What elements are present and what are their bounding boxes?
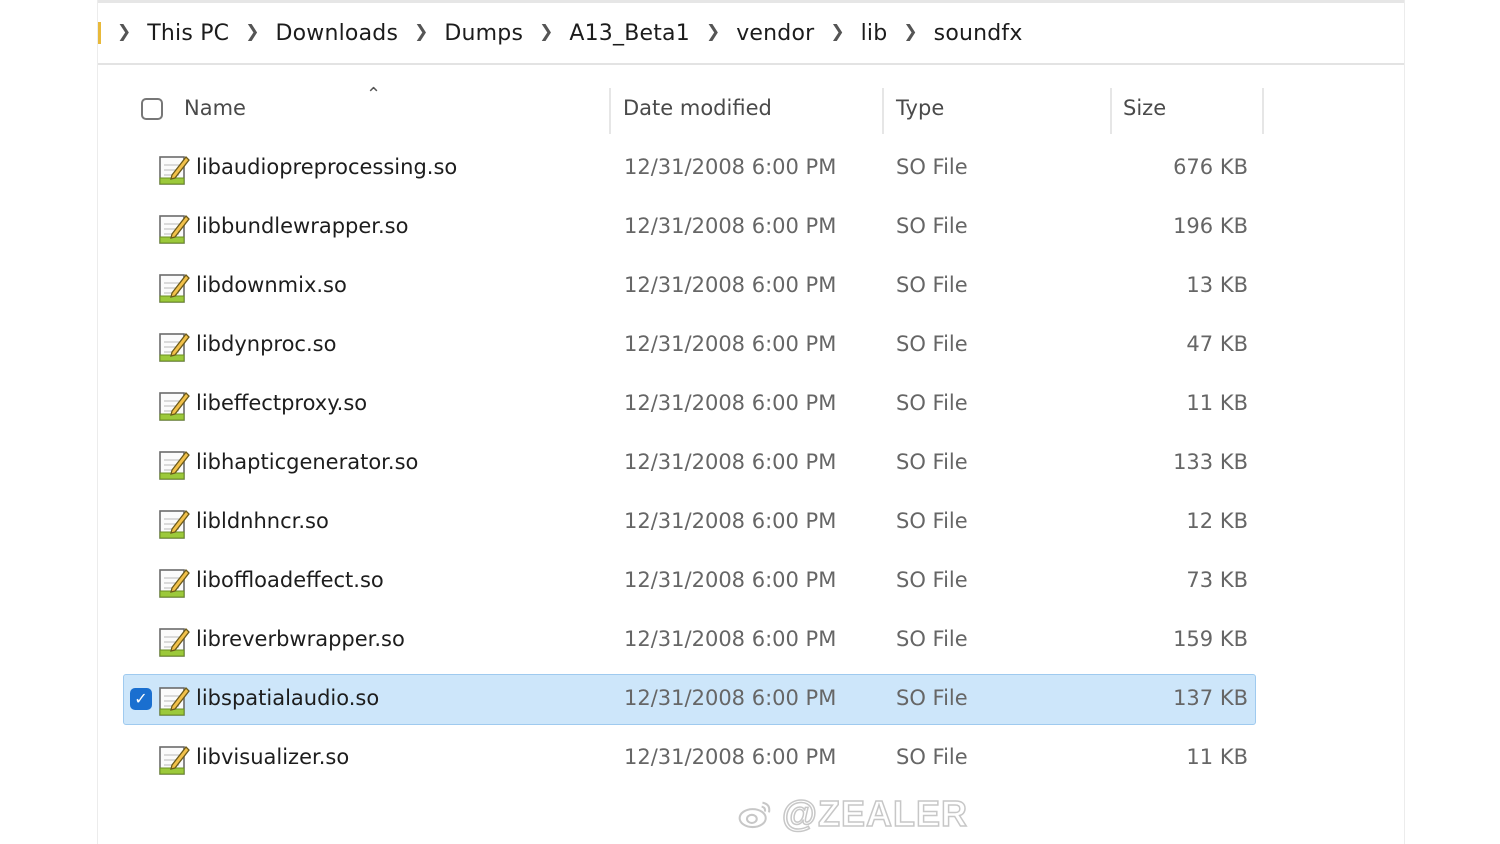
weibo-icon [738, 801, 771, 829]
file-edit-icon [159, 392, 190, 421]
breadcrumb-lib[interactable]: lib [859, 21, 890, 46]
file-row[interactable]: libaudiopreprocessing.so 12/31/2008 6:00… [123, 143, 1256, 194]
breadcrumb-soundfx[interactable]: soundfx [932, 21, 1025, 46]
file-edit-icon [159, 569, 190, 598]
file-name: libreverbwrapper.so [196, 627, 405, 651]
file-type: SO File [896, 155, 968, 179]
column-divider[interactable] [882, 88, 884, 134]
file-type: SO File [896, 273, 968, 297]
file-type: SO File [896, 686, 968, 710]
row-checkbox-checked-icon[interactable]: ✓ [130, 688, 152, 710]
column-divider[interactable] [609, 88, 611, 134]
breadcrumb-dumps[interactable]: Dumps [442, 21, 525, 46]
file-edit-icon [159, 274, 190, 303]
file-size: 11 KB [1186, 391, 1248, 415]
file-type: SO File [896, 391, 968, 415]
file-name: libeffectproxy.so [196, 391, 368, 415]
file-date-modified: 12/31/2008 6:00 PM [624, 686, 837, 710]
file-date-modified: 12/31/2008 6:00 PM [624, 745, 837, 769]
file-edit-icon [159, 510, 190, 539]
chevron-right-icon[interactable]: ❯ [414, 22, 428, 42]
breadcrumb-downloads[interactable]: Downloads [273, 21, 400, 46]
file-row[interactable]: libhapticgenerator.so 12/31/2008 6:00 PM… [123, 438, 1256, 489]
file-size: 12 KB [1186, 509, 1248, 533]
column-header-size[interactable]: Size [1123, 96, 1166, 120]
chevron-right-icon[interactable]: ❯ [706, 22, 720, 42]
chevron-right-icon[interactable]: ❯ [245, 22, 259, 42]
file-name: libdownmix.so [196, 273, 347, 297]
column-header-name[interactable]: Name [184, 96, 246, 120]
file-date-modified: 12/31/2008 6:00 PM [624, 332, 837, 356]
file-type: SO File [896, 745, 968, 769]
breadcrumb-this-pc[interactable]: This PC [145, 21, 231, 46]
file-date-modified: 12/31/2008 6:00 PM [624, 627, 837, 651]
file-edit-icon [159, 156, 190, 185]
file-date-modified: 12/31/2008 6:00 PM [624, 155, 837, 179]
file-date-modified: 12/31/2008 6:00 PM [624, 509, 837, 533]
file-row[interactable]: libdownmix.so 12/31/2008 6:00 PM SO File… [123, 261, 1256, 312]
file-size: 11 KB [1186, 745, 1248, 769]
file-edit-icon [159, 687, 190, 716]
file-size: 73 KB [1186, 568, 1248, 592]
file-name: libspatialaudio.so [196, 686, 380, 710]
breadcrumb-a13-beta1[interactable]: A13_Beta1 [567, 21, 692, 46]
file-type: SO File [896, 568, 968, 592]
file-size: 137 KB [1173, 686, 1248, 710]
file-type: SO File [896, 509, 968, 533]
file-date-modified: 12/31/2008 6:00 PM [624, 273, 837, 297]
chevron-right-icon[interactable]: ❯ [830, 22, 844, 42]
chevron-right-icon[interactable]: ❯ [903, 22, 917, 42]
file-type: SO File [896, 627, 968, 651]
column-divider[interactable] [1262, 88, 1264, 134]
sort-ascending-icon: ⌃ [366, 84, 382, 105]
file-name: libdynproc.so [196, 332, 337, 356]
file-row[interactable]: libbundlewrapper.so 12/31/2008 6:00 PM S… [123, 202, 1256, 253]
watermark: @ZEALER [738, 792, 968, 836]
file-row-selected[interactable]: ✓ libspatialaudio.so 12/31/2008 6:00 PM … [123, 674, 1256, 725]
breadcrumb-vendor[interactable]: vendor [734, 21, 816, 46]
column-header-row: ⌃ Name Date modified Type Size [98, 82, 1404, 136]
file-size: 133 KB [1173, 450, 1248, 474]
file-size: 676 KB [1173, 155, 1248, 179]
file-name: libldnhncr.so [196, 509, 329, 533]
file-name: libbundlewrapper.so [196, 214, 409, 238]
file-row[interactable]: liboffloadeffect.so 12/31/2008 6:00 PM S… [123, 556, 1256, 607]
watermark-text: @ZEALER [781, 792, 968, 835]
column-divider[interactable] [1110, 88, 1112, 134]
file-date-modified: 12/31/2008 6:00 PM [624, 568, 837, 592]
column-header-type[interactable]: Type [896, 96, 944, 120]
file-row[interactable]: libeffectproxy.so 12/31/2008 6:00 PM SO … [123, 379, 1256, 430]
chevron-right-icon[interactable]: ❯ [117, 22, 131, 42]
file-row[interactable]: libdynproc.so 12/31/2008 6:00 PM SO File… [123, 320, 1256, 371]
column-header-date-modified[interactable]: Date modified [623, 96, 772, 120]
file-size: 196 KB [1173, 214, 1248, 238]
file-edit-icon [159, 628, 190, 657]
file-date-modified: 12/31/2008 6:00 PM [624, 450, 837, 474]
file-date-modified: 12/31/2008 6:00 PM [624, 391, 837, 415]
file-name: libaudiopreprocessing.so [196, 155, 458, 179]
chevron-right-icon[interactable]: ❯ [539, 22, 553, 42]
file-explorer-window: ❯ This PC ❯ Downloads ❯ Dumps ❯ A13_Beta… [97, 0, 1405, 844]
file-size: 159 KB [1173, 627, 1248, 651]
file-type: SO File [896, 332, 968, 356]
file-edit-icon [159, 451, 190, 480]
file-type: SO File [896, 214, 968, 238]
address-bar[interactable]: ❯ This PC ❯ Downloads ❯ Dumps ❯ A13_Beta… [98, 3, 1404, 65]
file-name: libvisualizer.so [196, 745, 350, 769]
file-edit-icon [159, 746, 190, 775]
folder-icon [98, 22, 101, 44]
file-size: 13 KB [1186, 273, 1248, 297]
file-type: SO File [896, 450, 968, 474]
file-name: liboffloadeffect.so [196, 568, 384, 592]
file-row[interactable]: libvisualizer.so 12/31/2008 6:00 PM SO F… [123, 733, 1256, 784]
file-size: 47 KB [1186, 332, 1248, 356]
file-row[interactable]: libldnhncr.so 12/31/2008 6:00 PM SO File… [123, 497, 1256, 548]
file-name: libhapticgenerator.so [196, 450, 419, 474]
file-row[interactable]: libreverbwrapper.so 12/31/2008 6:00 PM S… [123, 615, 1256, 666]
select-all-checkbox[interactable] [141, 98, 163, 120]
file-date-modified: 12/31/2008 6:00 PM [624, 214, 837, 238]
file-edit-icon [159, 215, 190, 244]
file-edit-icon [159, 333, 190, 362]
